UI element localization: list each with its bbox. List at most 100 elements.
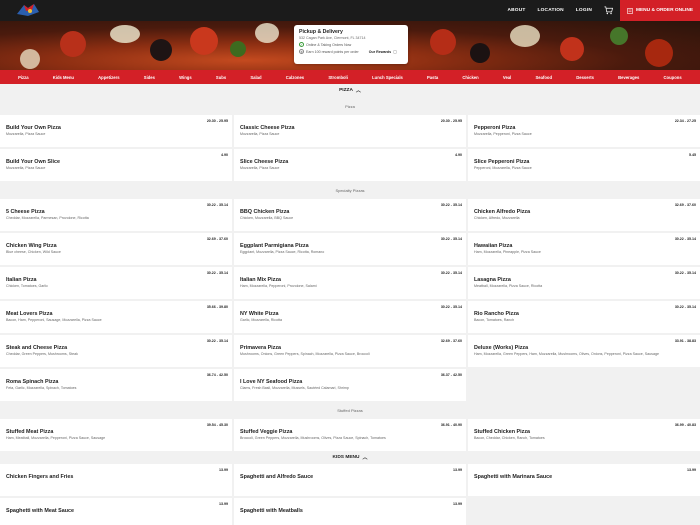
menu-item-card[interactable]: 30.22 - 35.14 Italian Pizza Chicken, Tom… xyxy=(0,267,232,299)
category-beverages[interactable]: Beverages xyxy=(618,75,639,80)
menu-item-card[interactable]: 32.69 - 37.60 Chicken Alfredo Pizza Chic… xyxy=(468,199,700,231)
menu-item-card[interactable]: 39.54 - 45.30 Stuffed Meat Pizza Ham, Me… xyxy=(0,419,232,451)
section-header-kids-menu[interactable]: KIDS MENU ︿ xyxy=(0,451,700,464)
category-desserts[interactable]: Desserts xyxy=(576,75,594,80)
item-name: Steak and Cheese Pizza xyxy=(6,345,68,351)
item-name: Stuffed Chicken Pizza xyxy=(474,429,531,435)
item-name: Lasagna Pizza xyxy=(474,277,511,283)
menu-icon xyxy=(627,7,633,14)
menu-item-card[interactable]: 20.30 - 25.95 Classic Cheese Pizza Mozza… xyxy=(234,115,466,147)
nav-location-link[interactable]: LOCATION xyxy=(538,8,564,13)
item-description: Blue cheese, Chicken, Wild Sauce xyxy=(6,250,61,254)
menu-order-online-button[interactable]: MENU & ORDER ONLINE xyxy=(620,0,700,21)
item-price: 36.99 - 40.83 xyxy=(674,423,696,427)
item-description: Chicken, Alfredo, Mozzarella xyxy=(474,216,520,220)
menu-item-card[interactable]: 33.91 - 38.83 Deluxe (Works) Pizza Ham, … xyxy=(468,335,700,367)
item-name: Hawaiian Pizza xyxy=(474,243,513,249)
menu-item-card[interactable]: 32.69 - 37.60 Chicken Wing Pizza Blue ch… xyxy=(0,233,232,265)
menu-item-card[interactable]: 30.22 - 35.14 Rio Rancho Pizza Bacon, To… xyxy=(468,301,700,333)
item-price: 30.22 - 35.14 xyxy=(206,271,228,275)
item-price: 32.69 - 37.60 xyxy=(674,203,696,207)
section-header-pizza[interactable]: PIZZA ︿ xyxy=(0,84,700,97)
item-name: Stuffed Meat Pizza xyxy=(6,429,54,435)
menu-item-card[interactable]: 36.91 - 40.90 Stuffed Veggie Pizza Brocc… xyxy=(234,419,466,451)
item-price: 13.99 xyxy=(219,468,228,472)
item-name: Spaghetti with Meatballs xyxy=(240,508,303,514)
menu-item-card[interactable]: 36.74 - 42.50 Roma Spinach Pizza Feta, G… xyxy=(0,369,232,401)
nav-about-link[interactable]: ABOUT xyxy=(507,8,525,13)
category-stromboli[interactable]: Stromboli xyxy=(328,75,348,80)
menu-item-card[interactable]: 30.22 - 35.14 Eggplant Parmigiana Pizza … xyxy=(234,233,466,265)
item-description: Eggplant, Mozzarella, Pizza Sauce, Ricot… xyxy=(240,250,325,254)
item-price: 30.22 - 35.14 xyxy=(440,305,462,309)
item-price: 13.99 xyxy=(687,468,696,472)
menu-item-card[interactable]: 36.37 - 42.50 I Love NY Seafood Pizza Cl… xyxy=(234,369,466,401)
menu-item-card[interactable]: 30.22 - 35.14 5 Cheese Pizza Cheddar, Mo… xyxy=(0,199,232,231)
menu-item-card[interactable]: 32.69 - 37.60 Primavera Pizza Mushrooms,… xyxy=(234,335,466,367)
category-sides[interactable]: Sides xyxy=(144,75,155,80)
category-salad[interactable]: Salad xyxy=(250,75,261,80)
category-pasta[interactable]: Pasta xyxy=(427,75,438,80)
restaurant-logo[interactable] xyxy=(14,2,42,18)
category-lunch-specials[interactable]: Lunch Specials xyxy=(372,75,403,80)
nav-login-link[interactable]: LOGIN xyxy=(576,8,592,13)
menu-item-card[interactable]: 20.30 - 25.95 Build Your Own Pizza Mozza… xyxy=(0,115,232,147)
item-price: 30.22 - 35.14 xyxy=(206,339,228,343)
menu-item-card[interactable]: 30.22 - 35.14 Lasagna Pizza Meatball, Mo… xyxy=(468,267,700,299)
menu-item-card[interactable]: 30.22 - 35.14 NY White Pizza Garlic, Moz… xyxy=(234,301,466,333)
category-wings[interactable]: Wings xyxy=(179,75,192,80)
menu-item-card[interactable]: 4.90 Slice Cheese Pizza Mozzarella, Pizz… xyxy=(234,149,466,181)
category-coupons[interactable]: Coupons xyxy=(664,75,682,80)
top-nav: ABOUT LOCATION LOGIN xyxy=(507,0,613,21)
item-name: Build Your Own Pizza xyxy=(6,125,61,131)
menu-item-card[interactable]: 13.99 Spaghetti with Meatballs xyxy=(234,498,466,525)
menu-item-card[interactable]: 13.99 Spaghetti with Meat Sauce xyxy=(0,498,232,525)
menu-item-card[interactable]: 13.99 Spaghetti and Alfredo Sauce xyxy=(234,464,466,496)
category-appetizers[interactable]: Appetizers xyxy=(98,75,119,80)
menu-item-card[interactable]: 30.22 - 35.14 Hawaiian Pizza Ham, Mozzar… xyxy=(468,233,700,265)
menu-item-card[interactable]: 13.99 Spaghetti with Marinara Sauce xyxy=(468,464,700,496)
item-name: Spaghetti and Alfredo Sauce xyxy=(240,474,314,480)
category-veal[interactable]: Veal xyxy=(503,75,511,80)
menu-list: PIZZA ︿ Pizza 20.30 - 25.95 Build Your O… xyxy=(0,84,700,525)
item-price: 30.22 - 35.14 xyxy=(674,237,696,241)
item-name: Eggplant Parmigiana Pizza xyxy=(240,243,309,249)
empty-grid-cell xyxy=(468,369,700,401)
pickup-title: Pickup & Delivery xyxy=(299,29,343,35)
item-description: Clams, Fresh Basil, Mozzarella, Mussels,… xyxy=(240,386,349,390)
item-description: Ham, Mozzarella, Green Peppers, Ham, Moz… xyxy=(474,352,659,356)
menu-item-card[interactable]: 4.90 Build Your Own Slice Mozzarella, Pi… xyxy=(0,149,232,181)
category-chicken[interactable]: Chicken xyxy=(462,75,478,80)
item-name: Build Your Own Slice xyxy=(6,159,61,165)
menu-item-card[interactable]: 35.66 - 39.80 Meat Lovers Pizza Bacon, H… xyxy=(0,301,232,333)
category-pizza[interactable]: Pizza xyxy=(18,75,28,80)
our-rewards-link[interactable]: Our Rewards xyxy=(369,50,391,54)
item-name: Spaghetti with Meat Sauce xyxy=(6,508,74,514)
menu-item-card[interactable]: 5.45 Slice Pepperoni Pizza Pepperoni, Mo… xyxy=(468,149,700,181)
category-subs[interactable]: Subs xyxy=(216,75,226,80)
item-price: 36.91 - 40.90 xyxy=(440,423,462,427)
menu-item-card[interactable]: 30.22 - 35.14 Italian Mix Pizza Ham, Moz… xyxy=(234,267,466,299)
cart-icon[interactable] xyxy=(604,6,613,15)
menu-item-card[interactable]: 22.34 - 27.25 Pepperoni Pizza Mozzarella… xyxy=(468,115,700,147)
menu-item-card[interactable]: 13.99 Chicken Fingers and Fries xyxy=(0,464,232,496)
category-seafood[interactable]: Seafood xyxy=(536,75,553,80)
order-button-label: MENU & ORDER ONLINE xyxy=(635,8,694,13)
item-description: Mozzarella, Pizza Sauce xyxy=(240,132,280,136)
chevron-up-icon: ︿ xyxy=(362,455,368,461)
menu-grid-pizza: 20.30 - 25.95 Build Your Own Pizza Mozza… xyxy=(0,115,700,181)
item-name: NY White Pizza xyxy=(240,311,279,317)
item-name: Rio Rancho Pizza xyxy=(474,311,519,317)
item-name: Italian Pizza xyxy=(6,277,37,283)
category-kids-menu[interactable]: Kids Menu xyxy=(53,75,74,80)
menu-item-card[interactable]: 36.99 - 40.83 Stuffed Chicken Pizza Baco… xyxy=(468,419,700,451)
item-price: 35.66 - 39.80 xyxy=(206,305,228,309)
menu-item-card[interactable]: 30.22 - 35.14 BBQ Chicken Pizza Chicken,… xyxy=(234,199,466,231)
menu-item-card[interactable]: 30.22 - 35.14 Steak and Cheese Pizza Che… xyxy=(0,335,232,367)
order-status-text: Online & Taking Orders Now xyxy=(306,42,352,47)
item-price: 4.90 xyxy=(221,153,228,157)
category-calzones[interactable]: Calzones xyxy=(286,75,304,80)
category-nav: Pizza Kids Menu Appetizers Sides Wings S… xyxy=(0,70,700,84)
subsection-specialty-pizzas: Specialty Pizzas xyxy=(335,187,365,193)
order-status-line: ✓ Online & Taking Orders Now xyxy=(299,42,403,47)
